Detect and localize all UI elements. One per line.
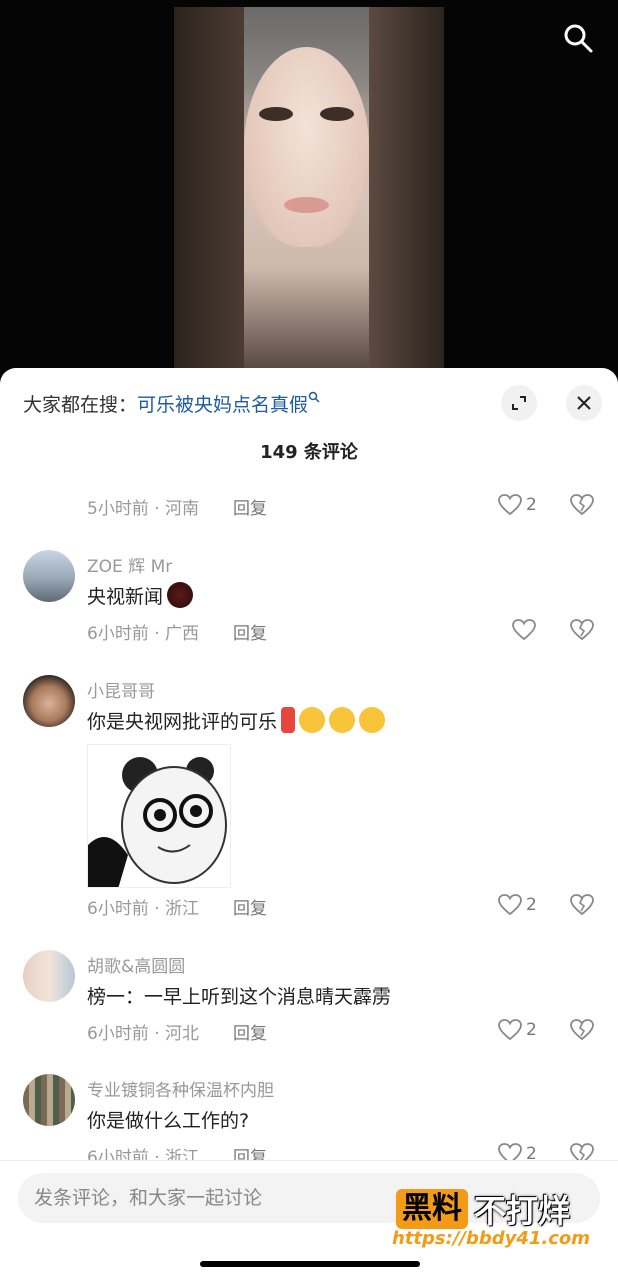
like-count: 2 xyxy=(526,895,537,915)
video-frame xyxy=(174,7,444,380)
comment-username[interactable]: 小昆哥哥 xyxy=(87,677,155,702)
comment-username[interactable]: 胡歌&高圆圆 xyxy=(87,952,185,977)
broken-heart-icon xyxy=(570,619,594,641)
avatar[interactable] xyxy=(23,1074,75,1126)
reply-button[interactable]: 回复 xyxy=(233,494,267,519)
comment-text: 你是做什么工作的? xyxy=(87,1110,250,1132)
like-button[interactable]: 2 xyxy=(498,1019,537,1041)
home-indicator[interactable] xyxy=(200,1261,420,1267)
avatar[interactable] xyxy=(23,950,75,1002)
comment-input[interactable] xyxy=(34,1173,394,1223)
sheet-header: 大家都在搜：可乐被央妈点名真假 xyxy=(0,368,618,438)
dislike-button[interactable] xyxy=(570,619,594,645)
like-count: 2 xyxy=(526,1020,537,1040)
search-hint-prefix: 大家都在搜： xyxy=(23,394,138,416)
expand-icon xyxy=(512,396,526,410)
sticker-image[interactable] xyxy=(87,744,231,888)
comment-text: 榜一：一早上听到这个消息晴天霹雳 xyxy=(87,986,392,1008)
watermark-brand: 黑料 xyxy=(396,1189,468,1229)
search-button[interactable] xyxy=(560,20,596,56)
video-face xyxy=(244,47,369,247)
heart-icon xyxy=(498,894,522,916)
like-count: 2 xyxy=(526,495,537,515)
close-button[interactable] xyxy=(566,385,602,421)
comment-time: 5小时前 · 河南 xyxy=(87,498,200,519)
avatar[interactable] xyxy=(23,550,75,602)
video-eye-left xyxy=(259,107,293,121)
watermark-logo: 黑料 不打烊 xyxy=(396,1186,570,1232)
dislike-button[interactable] xyxy=(570,894,594,920)
comment-time: 6小时前 · 浙江 xyxy=(87,898,200,919)
reply-button[interactable]: 回复 xyxy=(233,1019,267,1044)
broken-heart-icon xyxy=(570,494,594,516)
like-button[interactable]: 2 xyxy=(498,494,537,516)
comment-text: 你是央视网批评的可乐 xyxy=(87,707,386,734)
like-button[interactable] xyxy=(512,619,540,641)
heart-icon xyxy=(512,619,536,641)
cola-cup-icon xyxy=(281,707,296,733)
dislike-button[interactable] xyxy=(570,1019,594,1045)
watermark-url: https://bbdy41.com xyxy=(392,1228,591,1249)
like-button[interactable]: 2 xyxy=(498,894,537,916)
reply-button[interactable]: 回复 xyxy=(233,894,267,919)
video-hair-right xyxy=(369,7,444,380)
laugh-sweat-emoji-icon xyxy=(299,707,326,733)
reply-button[interactable]: 回复 xyxy=(233,619,267,644)
comment-time: 6小时前 · 广西 xyxy=(87,623,200,644)
panda-sticker-icon xyxy=(88,745,230,887)
heart-icon xyxy=(498,1019,522,1041)
comment-username[interactable]: ZOE 辉 Mr xyxy=(87,552,172,577)
comment-count: 149 条评论 xyxy=(260,442,358,463)
heart-icon xyxy=(498,494,522,516)
search-small-icon xyxy=(308,391,320,403)
emoji-icon xyxy=(167,582,194,608)
comment-text-body: 你是央视网批评的可乐 xyxy=(87,711,278,733)
search-hint-query[interactable]: 可乐被央妈点名真假 xyxy=(137,394,308,416)
close-icon xyxy=(577,396,591,410)
video-hair-left xyxy=(174,7,244,380)
comment-sheet: 大家都在搜：可乐被央妈点名真假 149 条评论 5小时前 · 河南 回复 2 Z… xyxy=(0,368,618,1280)
expand-button[interactable] xyxy=(501,385,537,421)
search-icon xyxy=(564,24,593,53)
search-hint[interactable]: 大家都在搜：可乐被央妈点名真假 xyxy=(23,390,320,417)
watermark: 黑料 不打烊 https://bbdy41.com xyxy=(388,1176,600,1256)
comment-list[interactable]: 5小时前 · 河南 回复 2 ZOE 辉 Mr 央视新闻 6小时前 · 广西 回… xyxy=(0,468,618,1162)
avatar[interactable] xyxy=(23,675,75,727)
comment-text-body: 央视新闻 xyxy=(87,586,164,608)
comment-text: 央视新闻 xyxy=(87,582,194,609)
comment-time: 6小时前 · 河北 xyxy=(87,1023,200,1044)
watermark-tail: 不打烊 xyxy=(474,1192,571,1230)
video-player[interactable] xyxy=(0,0,618,380)
laugh-sweat-emoji-icon xyxy=(329,707,356,733)
broken-heart-icon xyxy=(570,1019,594,1041)
broken-heart-icon xyxy=(570,894,594,916)
video-lips xyxy=(284,197,329,213)
comment-username[interactable]: 专业镀铜各种保温杯内胆 xyxy=(87,1076,274,1101)
video-eye-right xyxy=(320,107,354,121)
laugh-sweat-emoji-icon xyxy=(359,707,386,733)
dislike-button[interactable] xyxy=(570,494,594,520)
